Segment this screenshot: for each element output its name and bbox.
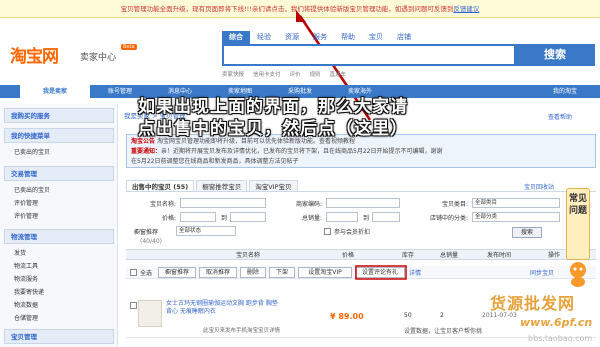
faq-sticker[interactable]: 常见问题	[566, 188, 590, 260]
mascot-icon	[570, 262, 586, 287]
watermark-brand: 货源批发网	[490, 294, 576, 313]
watermark-forum: bbs.taobao.com	[528, 334, 593, 343]
watermark-url: www.6pf.cn	[520, 316, 593, 329]
